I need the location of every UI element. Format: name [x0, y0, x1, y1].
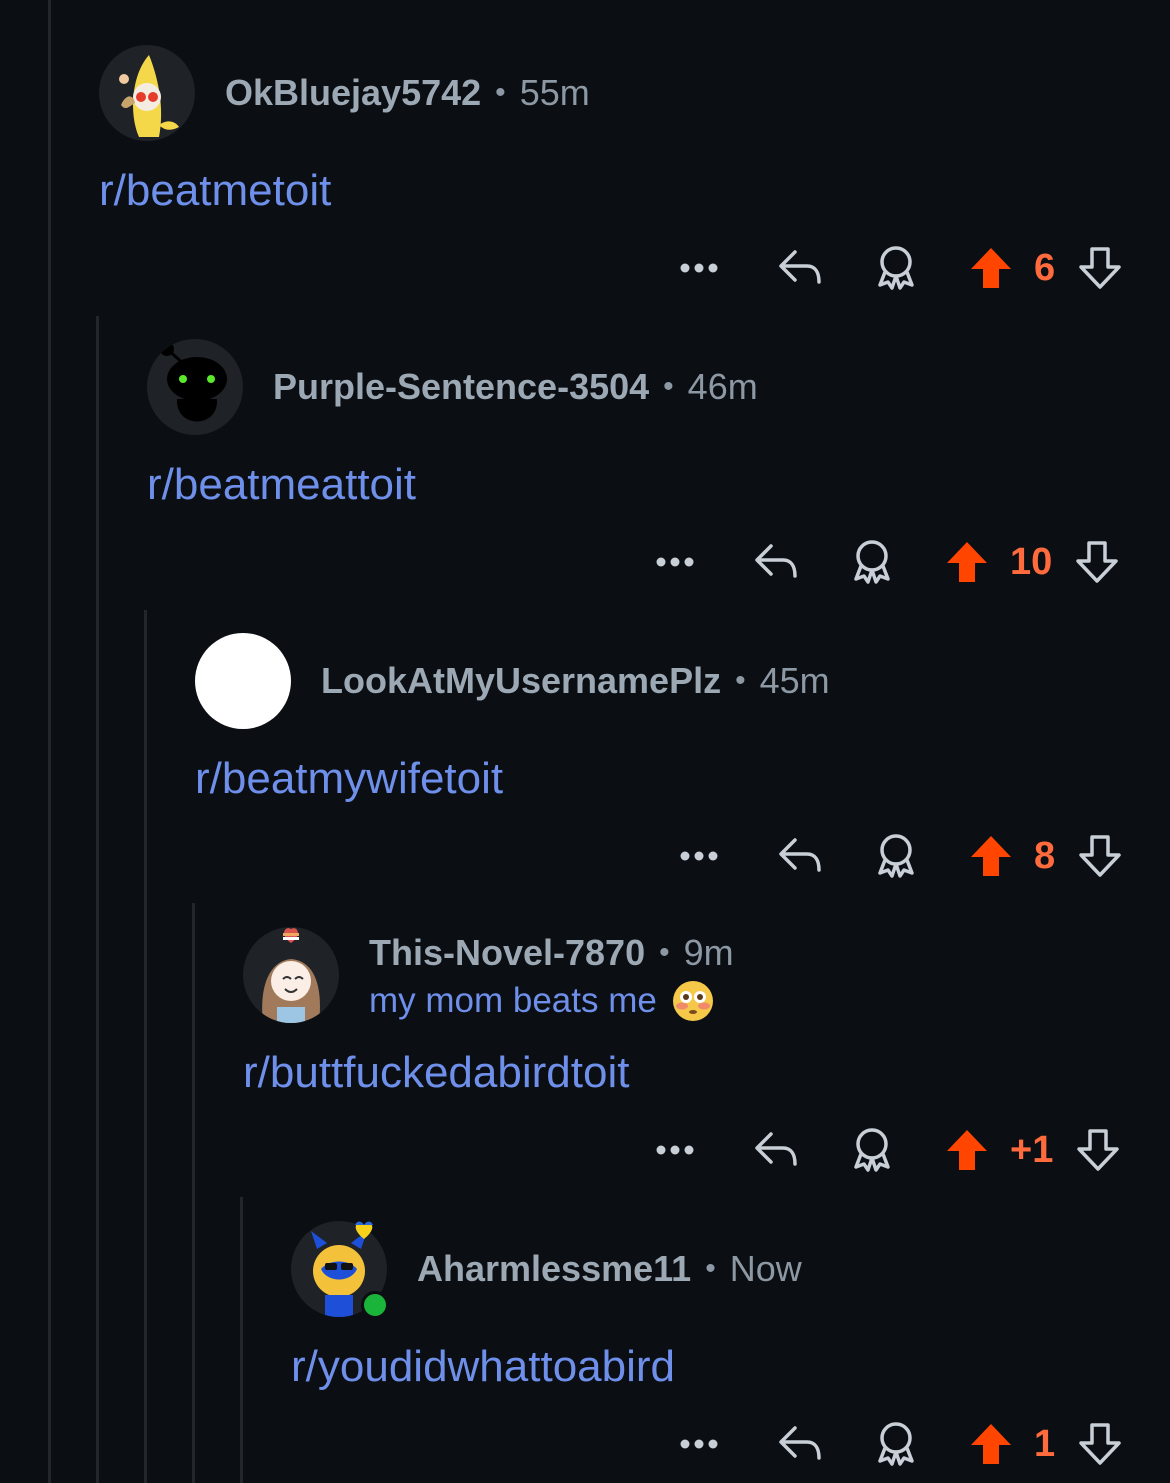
reply-icon[interactable]: [772, 1416, 828, 1472]
comment-header: Aharmlessme11 • Now: [291, 1221, 802, 1319]
upvote-icon[interactable]: [966, 828, 1016, 884]
username[interactable]: Aharmlessme11: [417, 1248, 691, 1290]
separator-dot: •: [659, 936, 670, 969]
comment-header: OkBluejay5742 • 55m: [99, 45, 590, 141]
comment-body[interactable]: r/beatmeattoit: [147, 460, 416, 510]
timestamp: Now: [729, 1248, 802, 1289]
reply-icon[interactable]: [748, 534, 804, 590]
upvote-icon[interactable]: [966, 240, 1016, 296]
timestamp: 45m: [759, 660, 830, 701]
timestamp: 55m: [519, 72, 590, 113]
upvote-icon[interactable]: [942, 534, 992, 590]
more-options-icon[interactable]: [652, 534, 698, 590]
downvote-icon[interactable]: [1075, 240, 1125, 296]
vote-score: +1: [1010, 1128, 1054, 1171]
separator-dot: •: [495, 76, 506, 109]
vote-score: 10: [1010, 540, 1053, 583]
comment-body[interactable]: r/beatmywifetoit: [195, 754, 503, 804]
comment-header: Purple-Sentence-3504 • 46m: [147, 339, 758, 435]
flair-text: my mom beats me: [369, 981, 657, 1020]
vote-score: 8: [1034, 834, 1056, 877]
downvote-icon[interactable]: [1072, 534, 1122, 590]
timestamp: 46m: [687, 366, 758, 407]
comment-actions: 8: [676, 828, 1125, 884]
vote-score: 6: [1034, 246, 1056, 289]
thread-line-2[interactable]: [96, 316, 99, 1483]
vote-score: 1: [1034, 1422, 1056, 1465]
comment-body[interactable]: r/beatmetoit: [99, 166, 331, 216]
award-icon[interactable]: [844, 534, 900, 590]
thread-line-4[interactable]: [192, 903, 195, 1483]
separator-dot: •: [705, 1252, 716, 1285]
more-options-icon[interactable]: [676, 1416, 722, 1472]
username[interactable]: OkBluejay5742: [225, 72, 481, 114]
upvote-icon[interactable]: [966, 1416, 1016, 1472]
comment-thread: OkBluejay5742 • 55m r/beatmetoit 6 Purpl…: [0, 0, 1170, 1483]
comment-actions: 10: [652, 534, 1122, 590]
reply-icon[interactable]: [772, 240, 828, 296]
flushed-face-emoji: [671, 979, 715, 1023]
separator-dot: •: [735, 664, 746, 697]
more-options-icon[interactable]: [676, 828, 722, 884]
reply-icon[interactable]: [772, 828, 828, 884]
comment-header: LookAtMyUsernamePlz • 45m: [195, 633, 830, 729]
user-flair: my mom beats me: [369, 979, 734, 1023]
banana-avatar-icon[interactable]: [99, 45, 195, 141]
award-icon[interactable]: [868, 240, 924, 296]
thread-line-3[interactable]: [144, 610, 147, 1483]
thread-line-1[interactable]: [48, 0, 51, 1483]
downvote-icon[interactable]: [1075, 828, 1125, 884]
girl-avatar-icon[interactable]: [243, 927, 339, 1023]
comment-actions: 6: [676, 240, 1125, 296]
comment-actions: +1: [652, 1122, 1123, 1178]
snoo-silhouette-avatar-icon[interactable]: [147, 339, 243, 435]
upvote-icon[interactable]: [942, 1122, 992, 1178]
comment-header: This-Novel-7870 • 9m my mom beats me: [243, 927, 734, 1023]
ukraine-heart-icon: [355, 1221, 373, 1239]
downvote-icon[interactable]: [1075, 1416, 1125, 1472]
separator-dot: •: [663, 370, 674, 403]
thread-line-5[interactable]: [240, 1197, 243, 1483]
comment-body[interactable]: r/buttfuckedabirdtoit: [243, 1048, 629, 1098]
reply-icon[interactable]: [748, 1122, 804, 1178]
username[interactable]: Purple-Sentence-3504: [273, 366, 649, 408]
comment-actions: 1: [676, 1416, 1125, 1472]
award-icon[interactable]: [868, 1416, 924, 1472]
online-status-indicator: [361, 1291, 389, 1319]
downvote-icon[interactable]: [1073, 1122, 1123, 1178]
blank-avatar-icon[interactable]: [195, 633, 291, 729]
comment-body[interactable]: r/youdidwhattoabird: [291, 1342, 675, 1392]
award-icon[interactable]: [844, 1122, 900, 1178]
more-options-icon[interactable]: [676, 240, 722, 296]
username[interactable]: This-Novel-7870: [369, 932, 645, 974]
timestamp: 9m: [683, 932, 734, 973]
username[interactable]: LookAtMyUsernamePlz: [321, 660, 721, 702]
more-options-icon[interactable]: [652, 1122, 698, 1178]
award-icon[interactable]: [868, 828, 924, 884]
